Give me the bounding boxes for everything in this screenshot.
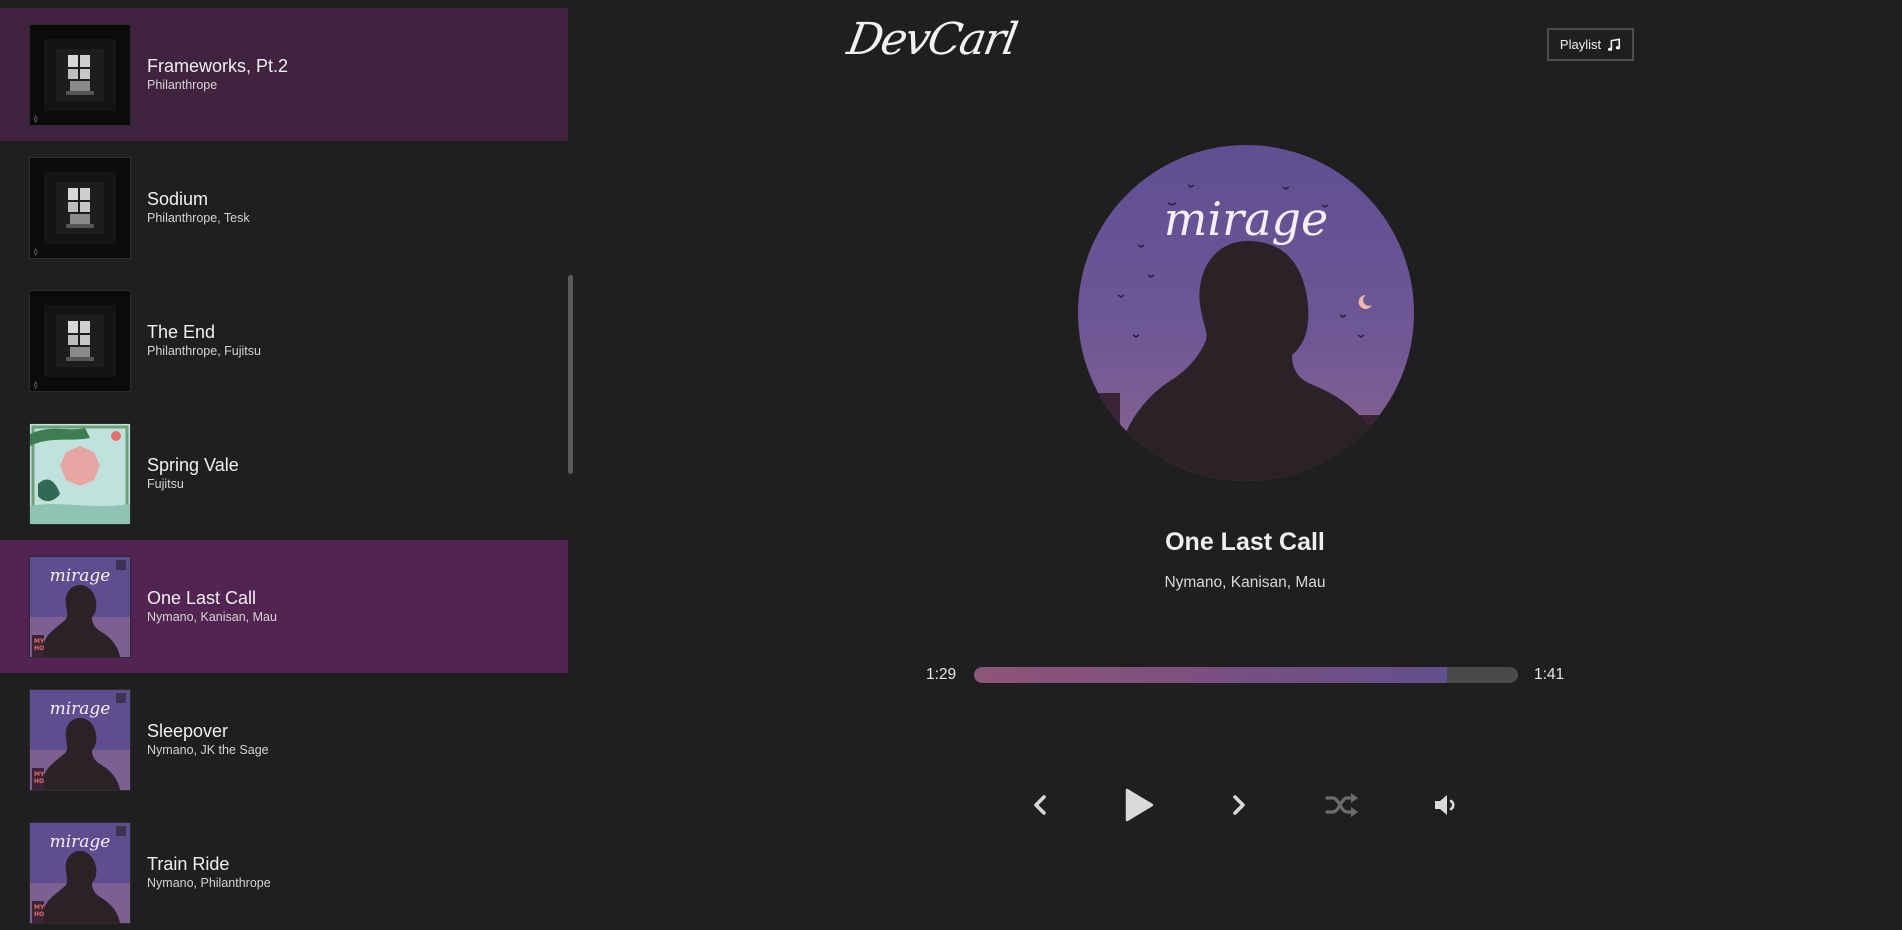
mirage-art: MYHOmirage bbox=[30, 690, 130, 790]
previous-button[interactable] bbox=[1027, 783, 1053, 827]
app-logo[interactable]: DevCarl bbox=[844, 10, 1020, 70]
track-thumbnail: ◊ bbox=[29, 157, 131, 259]
spring-landscape-art bbox=[30, 424, 130, 524]
track-info: Spring Vale Fujitsu bbox=[147, 455, 239, 492]
mirage-art: MYHO mirage bbox=[30, 557, 130, 657]
dark-room-art: ◊ bbox=[30, 25, 130, 125]
track-thumbnail: MY HO mirage bbox=[29, 556, 131, 658]
cover-text: mirage bbox=[1164, 192, 1328, 246]
track-thumbnail: MY HO mirage bbox=[29, 689, 131, 791]
track-title: One Last Call bbox=[147, 588, 257, 608]
progress-fill bbox=[974, 667, 1448, 683]
track-artist: Nymano, Philanthrope bbox=[147, 876, 271, 890]
track-title: Spring Vale bbox=[147, 455, 239, 475]
track-title: Train Ride bbox=[147, 854, 230, 874]
playlist-track-row[interactable]: Spring Vale Fujitsu bbox=[0, 407, 568, 540]
track-artist: Fujitsu bbox=[147, 477, 184, 491]
track-title: Sleepover bbox=[147, 721, 229, 741]
current-time: 1:29 bbox=[926, 666, 957, 683]
sidebar-scrollbar[interactable] bbox=[568, 275, 573, 474]
logo-text: DevCarl bbox=[843, 14, 1020, 65]
svg-text:mirage: mirage bbox=[50, 699, 111, 719]
track-info: One Last Call Nymano, Kanisan, Mau bbox=[147, 588, 277, 625]
playlist-track-row[interactable]: ◊ Sodium Philanthrope, Tesk bbox=[0, 141, 568, 274]
volume-low-icon bbox=[1435, 795, 1455, 815]
track-info: Sodium Philanthrope, Tesk bbox=[147, 189, 250, 226]
track-artist: Nymano, JK the Sage bbox=[147, 743, 269, 757]
track-thumbnail: ◊ bbox=[29, 290, 131, 392]
svg-text:HO: HO bbox=[34, 911, 44, 918]
playlist-button[interactable]: Playlist bbox=[1547, 28, 1634, 61]
track-title: Frameworks, Pt.2 bbox=[147, 56, 289, 76]
track-title: The End bbox=[147, 322, 216, 342]
now-playing-cover-art: mirage bbox=[1078, 145, 1414, 481]
next-button[interactable] bbox=[1226, 783, 1252, 827]
track-title: Sodium bbox=[147, 189, 209, 209]
track-info: Train Ride Nymano, Philanthrope bbox=[147, 854, 271, 891]
svg-text:◊: ◊ bbox=[34, 115, 38, 123]
playlist-button-label: Playlist bbox=[1559, 37, 1602, 52]
music-player-app: ◊ Frameworks, Pt.2 Philanthrope ◊ Sodium Phil… bbox=[0, 0, 1902, 930]
track-info: Frameworks, Pt.2 Philanthrope bbox=[147, 56, 288, 93]
now-playing-title: One Last Call bbox=[1165, 528, 1325, 556]
track-artist: Philanthrope bbox=[147, 78, 218, 92]
chevron-right-icon bbox=[1233, 795, 1245, 815]
svg-text:HO: HO bbox=[34, 645, 44, 652]
svg-text:MY: MY bbox=[34, 638, 45, 645]
track-info: Sleepover Nymano, JK the Sage bbox=[147, 721, 269, 758]
track-info: The End Philanthrope, Fujitsu bbox=[147, 322, 261, 359]
track-artist: Philanthrope, Fujitsu bbox=[147, 344, 261, 358]
dark-room-art: ◊ bbox=[30, 158, 130, 258]
volume-button[interactable] bbox=[1432, 783, 1462, 827]
svg-text:MY: MY bbox=[34, 904, 45, 911]
music-note-icon bbox=[1607, 37, 1621, 52]
total-time: 1:41 bbox=[1534, 666, 1565, 683]
now-playing-artist: Nymano, Kanisan, Mau bbox=[1164, 574, 1326, 591]
playlist-track-row[interactable]: MY HO mirage One Last Call Nymano, Kanisan, … bbox=[0, 540, 568, 673]
mirage-art: MYHO mirage bbox=[30, 823, 130, 923]
progress-bar[interactable] bbox=[974, 667, 1518, 683]
playback-controls bbox=[0, 783, 1902, 829]
track-thumbnail bbox=[29, 423, 131, 525]
svg-text:mirage: mirage bbox=[50, 566, 111, 586]
track-thumbnail: MY HO mirage bbox=[29, 822, 131, 924]
shuffle-icon bbox=[1325, 793, 1358, 817]
svg-text:◊: ◊ bbox=[34, 248, 38, 256]
dark-room-art: ◊ bbox=[30, 291, 130, 391]
track-artist: Philanthrope, Tesk bbox=[147, 211, 250, 225]
svg-text:MY: MY bbox=[34, 771, 45, 778]
play-button[interactable] bbox=[1122, 783, 1156, 827]
svg-text:mirage: mirage bbox=[50, 832, 111, 852]
svg-text:◊: ◊ bbox=[34, 381, 38, 389]
track-artist: Nymano, Kanisan, Mau bbox=[147, 610, 277, 624]
mirage-cover-illustration: mirage bbox=[1078, 145, 1414, 481]
play-icon bbox=[1125, 788, 1154, 822]
track-thumbnail: ◊ bbox=[29, 24, 131, 126]
playlist-track-row[interactable]: ◊ The End Philanthrope, Fujitsu bbox=[0, 274, 568, 407]
playlist-track-row[interactable]: ◊ Frameworks, Pt.2 Philanthrope bbox=[0, 8, 568, 141]
shuffle-button[interactable] bbox=[1323, 783, 1361, 827]
chevron-left-icon bbox=[1034, 795, 1046, 815]
